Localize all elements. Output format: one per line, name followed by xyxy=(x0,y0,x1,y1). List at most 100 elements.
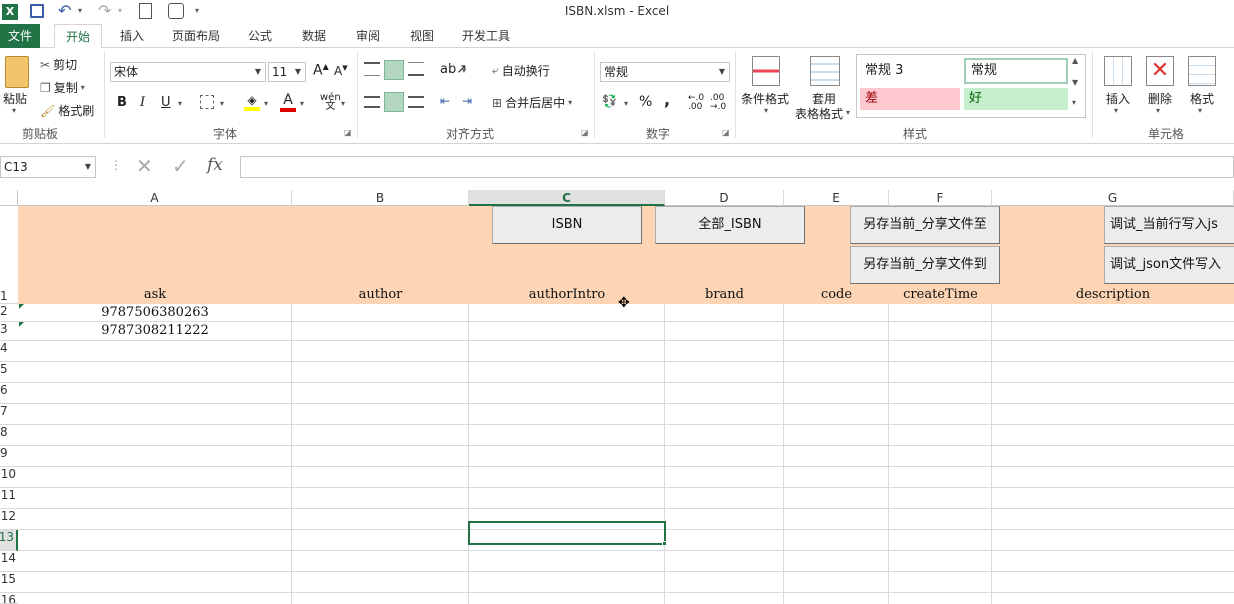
selected-cell-c13[interactable] xyxy=(468,521,666,545)
font-color-icon[interactable]: A xyxy=(280,92,296,112)
name-box[interactable]: C13 ▼ xyxy=(0,156,96,178)
column-header-d[interactable]: D xyxy=(665,190,784,206)
increase-decimal-icon[interactable]: ←.0.00 xyxy=(688,94,704,112)
align-center-icon[interactable] xyxy=(384,92,404,112)
row-header-2[interactable]: 2 xyxy=(0,304,18,322)
row-header-7[interactable]: 7 xyxy=(0,404,18,425)
insert-cells-icon[interactable] xyxy=(1104,56,1132,86)
style-normal[interactable]: 常规 xyxy=(964,58,1068,84)
cell-a1[interactable]: ask xyxy=(18,287,292,302)
align-middle-icon[interactable] xyxy=(384,60,404,80)
formula-input[interactable] xyxy=(240,156,1234,178)
tab-page-layout[interactable]: 页面布局 xyxy=(164,24,228,48)
conditional-format-button[interactable]: 条件格式 xyxy=(741,90,789,107)
row-header-15[interactable]: 15 xyxy=(0,572,18,593)
orientation-dropdown-icon[interactable]: ▾ xyxy=(462,66,466,75)
save-share-to-button[interactable]: 另存当前_分享文件至 xyxy=(850,206,1000,244)
align-right-icon[interactable] xyxy=(408,96,424,108)
row-header-16[interactable]: 16 xyxy=(0,593,18,604)
increase-indent-icon[interactable]: ⇥ xyxy=(462,94,472,108)
font-color-dropdown-icon[interactable]: ▾ xyxy=(300,99,304,108)
enter-icon[interactable]: ✓ xyxy=(172,154,189,178)
row-header-13[interactable]: 13 xyxy=(0,530,18,551)
paste-icon[interactable] xyxy=(5,56,29,88)
cell-g1[interactable]: description xyxy=(992,287,1234,302)
tab-developer[interactable]: 开发工具 xyxy=(454,24,518,48)
merge-dropdown-icon[interactable]: ▾ xyxy=(568,98,572,107)
alignment-dialog-launcher-icon[interactable]: ◪ xyxy=(581,128,589,137)
format-cells-button[interactable]: 格式 xyxy=(1190,90,1214,107)
align-bottom-icon[interactable] xyxy=(408,62,424,76)
phonetic-dropdown-icon[interactable]: ▾ xyxy=(341,99,345,108)
paste-button[interactable]: 粘贴 xyxy=(3,90,27,107)
cell-c1[interactable]: authorIntro xyxy=(469,287,665,302)
tab-home[interactable]: 开始 xyxy=(54,24,102,49)
save-share-to-2-button[interactable]: 另存当前_分享文件到 xyxy=(850,246,1000,284)
row-header-12[interactable]: 12 xyxy=(0,509,18,530)
align-top-icon[interactable] xyxy=(364,62,380,76)
table-format-icon[interactable] xyxy=(810,56,840,86)
number-dialog-launcher-icon[interactable]: ◪ xyxy=(722,128,730,137)
border-icon[interactable] xyxy=(200,95,214,109)
cell-e1[interactable]: code xyxy=(784,287,889,302)
table-format-label-2[interactable]: 表格格式 xyxy=(795,105,843,122)
column-header-b[interactable]: B xyxy=(292,190,469,206)
delete-dropdown-icon[interactable]: ▾ xyxy=(1156,106,1160,115)
font-name-select[interactable]: 宋体 ▼ xyxy=(110,62,266,82)
font-dialog-launcher-icon[interactable]: ◪ xyxy=(344,128,352,137)
decrease-decimal-icon[interactable]: .00 →.0 xyxy=(710,94,726,112)
insert-function-icon[interactable]: fx xyxy=(207,155,223,175)
delete-cells-button[interactable]: 删除 xyxy=(1148,90,1172,107)
fill-dropdown-icon[interactable]: ▾ xyxy=(264,99,268,108)
decrease-font-icon[interactable]: A▼ xyxy=(334,64,348,78)
format-cells-icon[interactable] xyxy=(1188,56,1216,86)
align-left-icon[interactable] xyxy=(364,96,380,108)
row-header-9[interactable]: 9 xyxy=(0,446,18,467)
row-header-3[interactable]: 3 xyxy=(0,322,18,341)
border-dropdown-icon[interactable]: ▾ xyxy=(220,99,224,108)
style-good[interactable]: 好 xyxy=(964,88,1068,110)
format-painter-button[interactable]: 🖌 格式刷 xyxy=(40,102,94,119)
format-dropdown-icon[interactable]: ▾ xyxy=(1198,106,1202,115)
underline-dropdown-icon[interactable]: ▾ xyxy=(178,99,182,108)
fill-color-icon[interactable]: ◈ xyxy=(244,93,260,111)
cell-f1[interactable]: createTime xyxy=(889,287,992,302)
increase-font-icon[interactable]: A▲ xyxy=(313,62,329,79)
font-size-select[interactable]: 11 ▼ xyxy=(268,62,306,82)
number-format-select[interactable]: 常规 ▼ xyxy=(600,62,730,82)
tab-formulas[interactable]: 公式 xyxy=(238,24,282,48)
underline-button[interactable]: U xyxy=(161,95,171,110)
copy-button[interactable]: ❐ 复制 ▾ xyxy=(40,79,85,96)
conditional-format-dropdown-icon[interactable]: ▾ xyxy=(764,106,768,115)
cell-a2[interactable]: 9787506380263 xyxy=(18,305,292,320)
delete-cells-icon[interactable]: ✕ xyxy=(1146,56,1174,86)
cut-button[interactable]: ✂ 剪切 xyxy=(40,56,77,73)
insert-cells-button[interactable]: 插入 xyxy=(1106,90,1130,107)
cell-a3[interactable]: 9787308211222 xyxy=(18,323,292,338)
column-header-c[interactable]: C xyxy=(469,190,665,206)
style-bad[interactable]: 差 xyxy=(860,88,960,110)
tab-file[interactable]: 文件 xyxy=(0,24,40,48)
row-header-6[interactable]: 6 xyxy=(0,383,18,404)
currency-dropdown-icon[interactable]: ▾ xyxy=(624,99,628,108)
cancel-icon[interactable]: ✕ xyxy=(136,154,153,178)
isbn-button[interactable]: ISBN xyxy=(492,206,642,244)
column-header-a[interactable]: A xyxy=(18,190,292,206)
percent-button[interactable]: % xyxy=(639,94,652,110)
fill-handle[interactable] xyxy=(662,541,667,546)
currency-icon[interactable]: 💱 xyxy=(602,94,617,108)
paste-dropdown-icon[interactable]: ▾ xyxy=(12,106,16,115)
row-header-14[interactable]: 14 xyxy=(0,551,18,572)
tab-review[interactable]: 审阅 xyxy=(346,24,390,48)
phonetic-icon[interactable]: wén 文 xyxy=(320,93,341,112)
comma-button[interactable]: , xyxy=(664,90,670,109)
row-header-10[interactable]: 10 xyxy=(0,467,18,488)
row-header-4[interactable]: 4 xyxy=(0,341,18,362)
select-all-corner[interactable] xyxy=(0,190,18,206)
row-header-5[interactable]: 5 xyxy=(0,362,18,383)
row-header-8[interactable]: 8 xyxy=(0,425,18,446)
cell-b1[interactable]: author xyxy=(292,287,469,302)
gallery-down-icon[interactable]: ▼ xyxy=(1072,78,1078,87)
decrease-indent-icon[interactable]: ⇤ xyxy=(440,94,450,108)
row-header-11[interactable]: 11 xyxy=(0,488,18,509)
